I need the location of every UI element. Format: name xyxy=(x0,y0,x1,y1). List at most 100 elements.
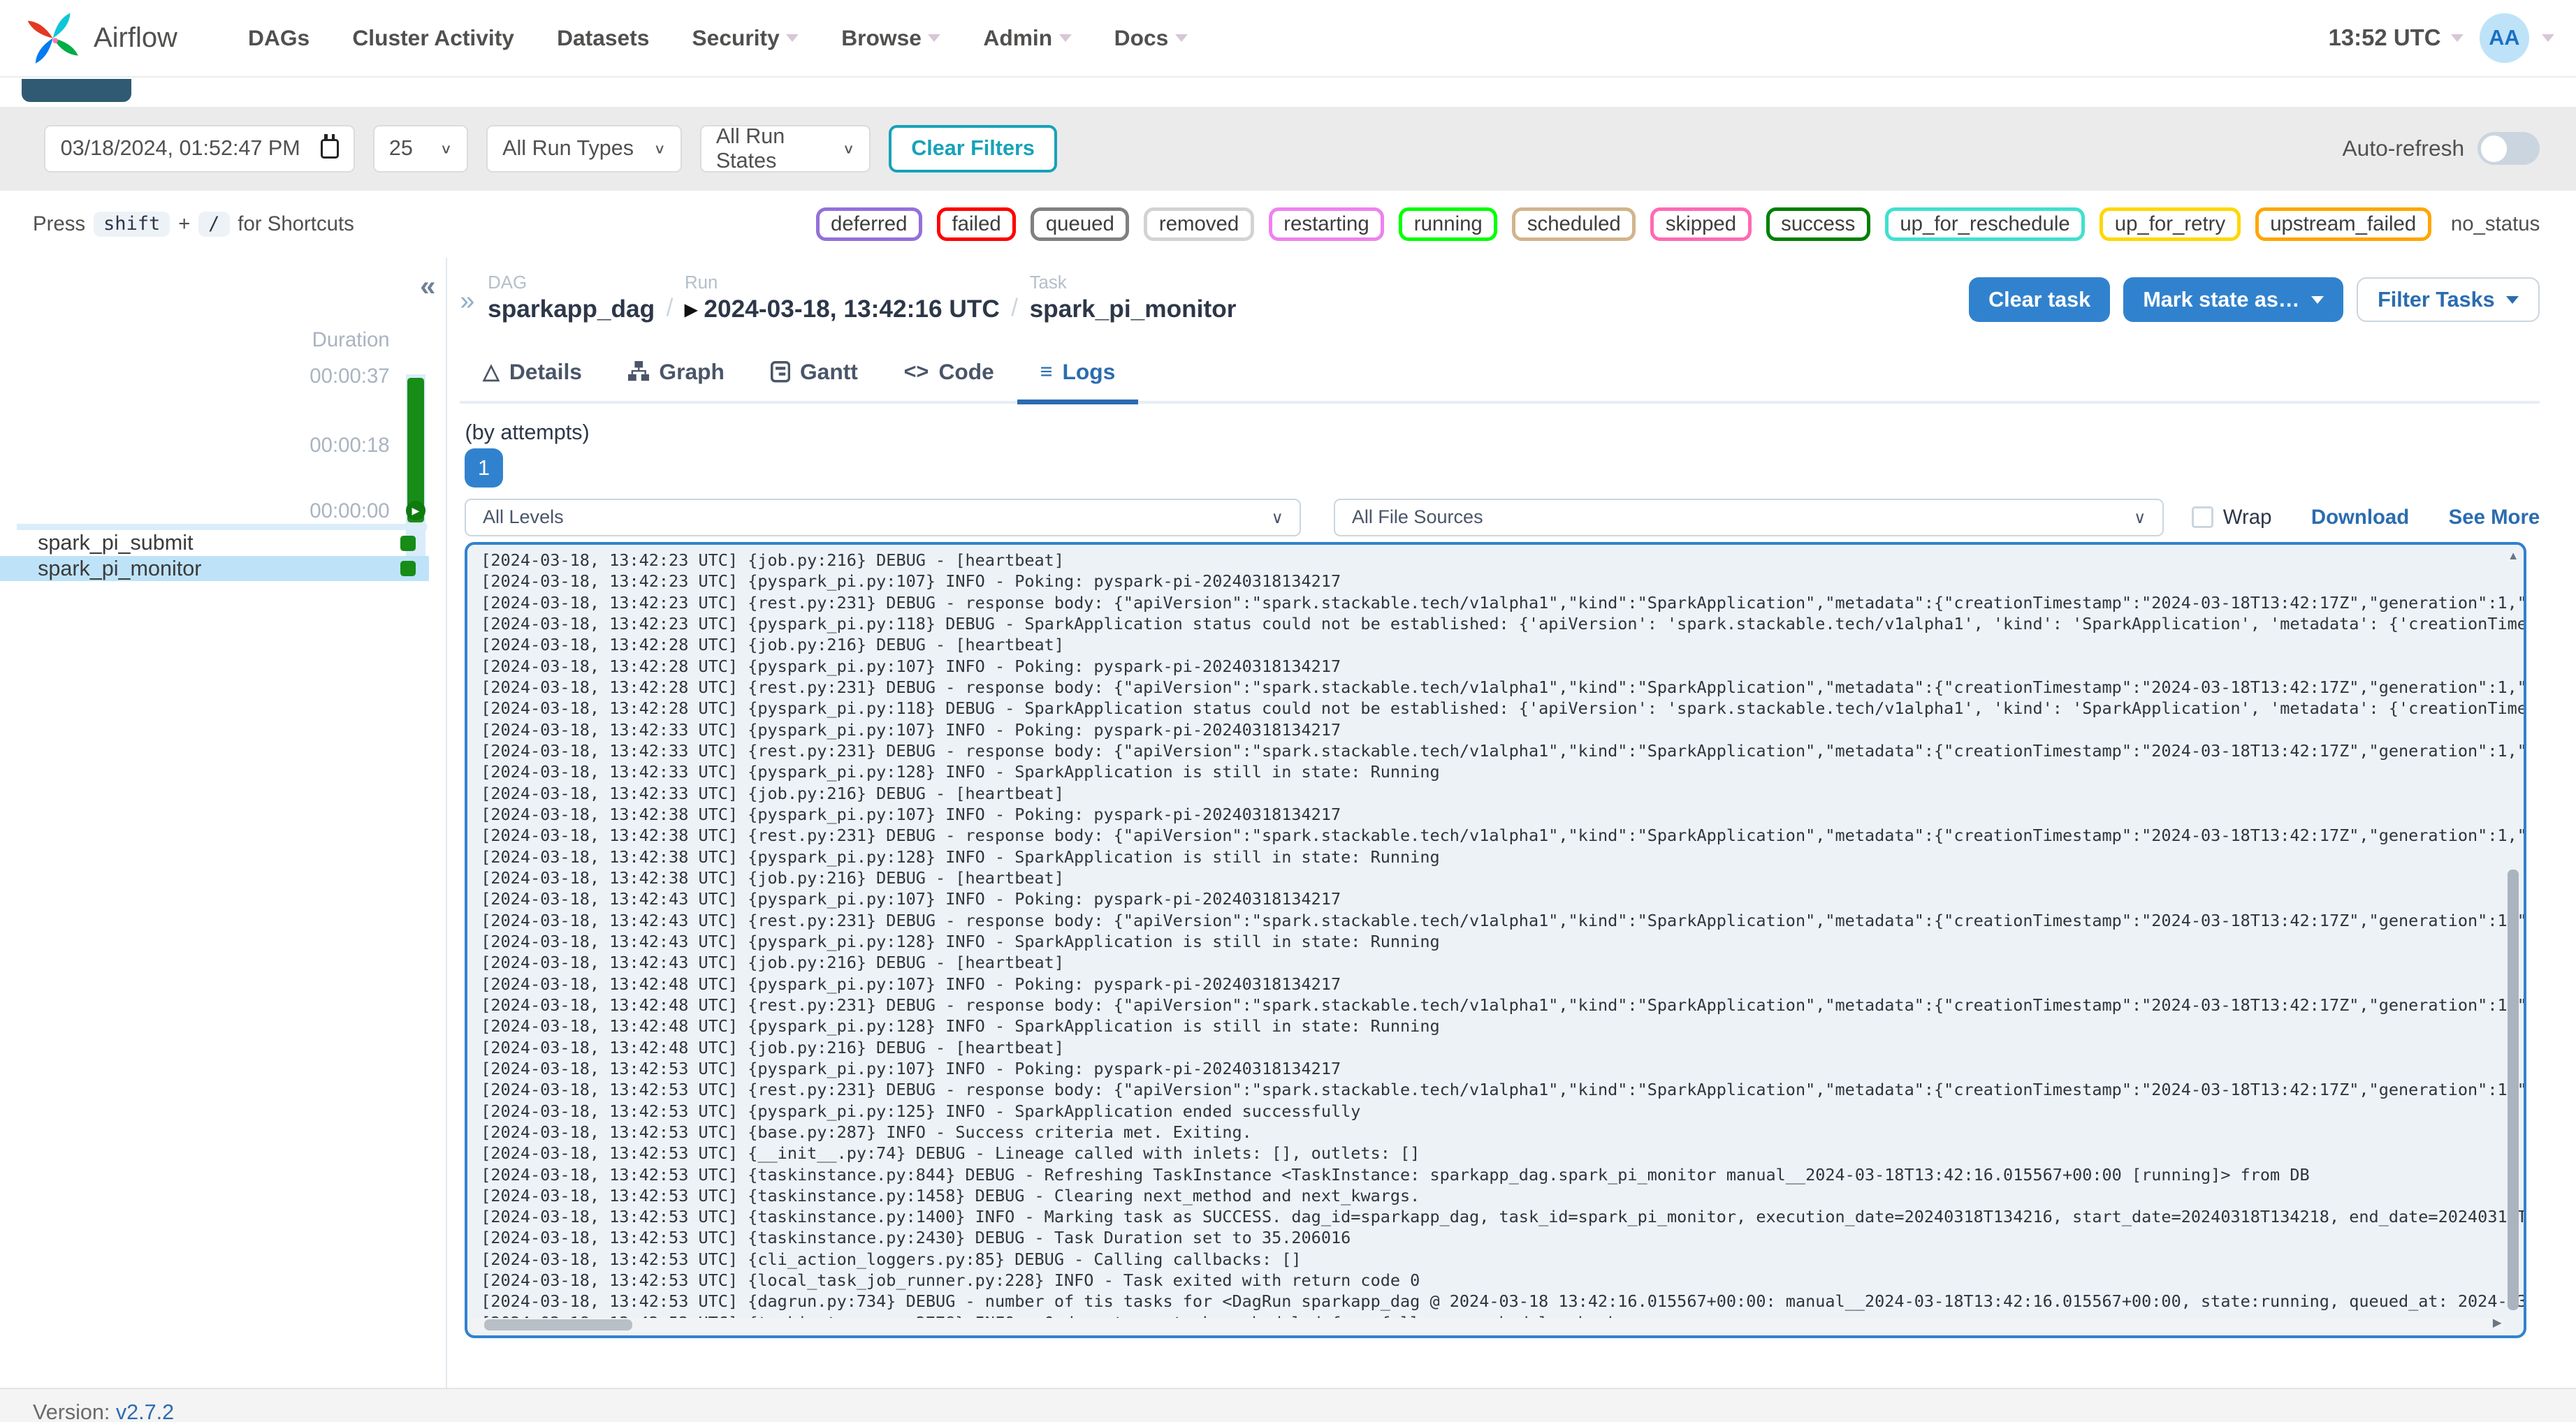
avatar[interactable]: AA xyxy=(2480,13,2529,63)
run-states-value: All Run States xyxy=(715,124,785,173)
toggle-knob xyxy=(2480,135,2508,162)
breadcrumb-dag[interactable]: DAG sparkapp_dag xyxy=(488,272,655,325)
wrap-checkbox[interactable] xyxy=(2192,506,2213,528)
state-badge-restarting[interactable]: restarting xyxy=(1268,207,1385,242)
log-level-select[interactable]: All Levels ∨ xyxy=(465,498,1302,536)
shortcut-joiner: + xyxy=(178,212,191,235)
nav-item-datasets[interactable]: Datasets xyxy=(536,0,671,76)
mark-state-button[interactable]: Mark state as… xyxy=(2123,277,2344,322)
clear-task-button[interactable]: Clear task xyxy=(1968,277,2111,322)
nav-item-security[interactable]: Security xyxy=(671,0,820,76)
task-state-square[interactable] xyxy=(400,560,416,577)
nav-item-dags[interactable]: DAGs xyxy=(226,0,330,76)
tab-details[interactable]: △ Details xyxy=(460,359,604,402)
nav-item-browse[interactable]: Browse xyxy=(820,0,962,76)
file-source-select[interactable]: All File Sources ∨ xyxy=(1334,498,2164,536)
task-panel: » DAG sparkapp_dag / Run ▶ 2024-03-18, 1… xyxy=(447,258,2576,1388)
breadcrumb-run[interactable]: Run ▶ 2024-03-18, 13:42:16 UTC xyxy=(685,272,1000,325)
run-types-select[interactable]: All Run Types ∨ xyxy=(486,124,682,173)
chevron-down-icon xyxy=(786,34,799,42)
airflow-brand[interactable]: Airflow xyxy=(22,7,177,69)
scroll-right-icon[interactable]: ▶ xyxy=(2493,1316,2502,1330)
log-line: [2024-03-18, 13:42:38 UTC] {job.py:216} … xyxy=(481,867,1064,888)
vertical-scroll-thumb[interactable] xyxy=(2507,870,2519,1310)
state-badge-queued[interactable]: queued xyxy=(1031,207,1130,242)
log-line: [2024-03-18, 13:42:33 UTC] {job.py:216} … xyxy=(481,783,1064,803)
clear-filters-button[interactable]: Clear Filters xyxy=(889,124,1058,173)
log-line: [2024-03-18, 13:42:53 UTC] {__init__.py:… xyxy=(481,1143,1420,1164)
expand-breadcrumb-icon[interactable]: » xyxy=(460,286,474,316)
tab-graph[interactable]: Graph xyxy=(605,359,748,402)
file-source-value: All File Sources xyxy=(1351,506,1483,528)
version-link[interactable]: v2.7.2 xyxy=(116,1400,174,1422)
task-state-square[interactable] xyxy=(400,535,416,551)
auto-refresh-toggle[interactable] xyxy=(2477,132,2540,166)
filter-tasks-label: Filter Tasks xyxy=(2378,287,2495,311)
footer: Version: v2.7.2 xyxy=(0,1387,2576,1422)
horizontal-scrollbar[interactable]: ▶ xyxy=(471,1316,2505,1333)
task-row-spark-pi-submit[interactable]: spark_pi_submit xyxy=(0,530,429,555)
state-badge-up-for-reschedule[interactable]: up_for_reschedule xyxy=(1884,207,2086,242)
clock-dropdown[interactable]: 13:52 UTC xyxy=(2329,24,2464,51)
tab-gantt[interactable]: Gantt xyxy=(748,359,881,402)
see-more-link[interactable]: See More xyxy=(2449,506,2540,529)
state-badge-scheduled[interactable]: scheduled xyxy=(1512,207,1636,242)
nav-item-cluster-activity[interactable]: Cluster Activity xyxy=(331,0,536,76)
log-line: [2024-03-18, 13:42:53 UTC] {pyspark_pi.p… xyxy=(481,1101,1361,1121)
filter-tasks-button[interactable]: Filter Tasks xyxy=(2356,277,2540,322)
run-states-select[interactable]: All Run States ∨ xyxy=(699,124,871,173)
breadcrumb-run-value[interactable]: ▶ 2024-03-18, 13:42:16 UTC xyxy=(685,294,1000,325)
breadcrumb-task[interactable]: Task spark_pi_monitor xyxy=(1030,272,1237,325)
nav-item-docs[interactable]: Docs xyxy=(1093,0,1209,76)
nav-item-admin[interactable]: Admin xyxy=(962,0,1093,76)
log-line: [2024-03-18, 13:42:53 UTC] {dagrun.py:73… xyxy=(481,1291,2527,1312)
log-line: [2024-03-18, 13:42:43 UTC] {rest.py:231}… xyxy=(481,910,2527,930)
vertical-scrollbar[interactable]: ▲ xyxy=(2506,548,2521,1325)
state-badge-skipped[interactable]: skipped xyxy=(1650,207,1752,242)
log-level-value: All Levels xyxy=(482,506,564,528)
state-badge-failed[interactable]: failed xyxy=(937,207,1017,242)
state-badge-removed[interactable]: removed xyxy=(1144,207,1254,242)
scrolled-button-partial[interactable] xyxy=(21,78,132,102)
log-line: [2024-03-18, 13:42:53 UTC] {taskinstance… xyxy=(481,1164,2310,1185)
chevron-down-icon: ∨ xyxy=(2134,508,2146,527)
horizontal-scroll-thumb[interactable] xyxy=(483,1319,632,1331)
log-output[interactable]: [2024-03-18, 13:42:23 UTC] {job.py:216} … xyxy=(465,541,2527,1339)
log-line: [2024-03-18, 13:42:23 UTC] {pyspark_pi.p… xyxy=(481,613,2527,633)
log-line: [2024-03-18, 13:42:28 UTC] {pyspark_pi.p… xyxy=(481,698,2527,719)
nav-item-label: Cluster Activity xyxy=(352,24,514,50)
breadcrumb-dag-label: DAG xyxy=(488,273,527,293)
shortcut-hint: Press shift + / for Shortcuts xyxy=(33,212,354,237)
state-badge-deferred[interactable]: deferred xyxy=(815,207,922,242)
top-navbar: Airflow DAGs Cluster Activity Datasets Secu… xyxy=(0,0,2576,78)
state-badge-up-for-retry[interactable]: up_for_retry xyxy=(2100,207,2241,242)
state-badge-no-status[interactable]: no_status xyxy=(2445,210,2540,238)
nav-item-label: Admin xyxy=(983,24,1053,50)
collapse-panel-icon[interactable]: « xyxy=(420,271,435,302)
attempt-1-button[interactable]: 1 xyxy=(465,448,503,488)
state-badge-running[interactable]: running xyxy=(1399,207,1498,242)
task-row-spark-pi-monitor[interactable]: spark_pi_monitor xyxy=(0,555,429,582)
page-size-select[interactable]: 25 ∨ xyxy=(372,124,469,173)
state-badge-upstream-failed[interactable]: upstream_failed xyxy=(2255,207,2431,242)
tab-label: Graph xyxy=(659,358,725,384)
breadcrumb-task-value[interactable]: spark_pi_monitor xyxy=(1030,294,1237,325)
chevron-down-icon xyxy=(2506,295,2519,304)
run-state-icon: ▶ xyxy=(684,300,698,318)
download-link[interactable]: Download xyxy=(2311,506,2409,529)
nav-item-label: Browse xyxy=(841,24,922,50)
tab-logs[interactable]: ≡ Logs xyxy=(1017,359,1139,404)
tab-code[interactable]: <> Code xyxy=(881,359,1017,402)
page-size-value: 25 xyxy=(388,136,413,161)
chevron-down-icon xyxy=(928,34,941,42)
user-menu[interactable]: AA xyxy=(2480,13,2555,63)
task-actions: Clear task Mark state as… Filter Tasks xyxy=(1968,277,2540,322)
breadcrumb-dag-value[interactable]: sparkapp_dag xyxy=(488,294,655,325)
scroll-up-icon[interactable]: ▲ xyxy=(2508,550,2519,563)
auto-refresh-label: Auto-refresh xyxy=(2342,135,2465,161)
chevron-down-icon xyxy=(1174,34,1188,42)
state-badge-success[interactable]: success xyxy=(1766,207,1870,242)
date-filter-input[interactable]: 03/18/2024, 01:52:47 PM xyxy=(44,124,355,173)
log-line: [2024-03-18, 13:42:38 UTC] {rest.py:231}… xyxy=(481,826,2527,846)
calendar-icon[interactable] xyxy=(320,134,339,159)
